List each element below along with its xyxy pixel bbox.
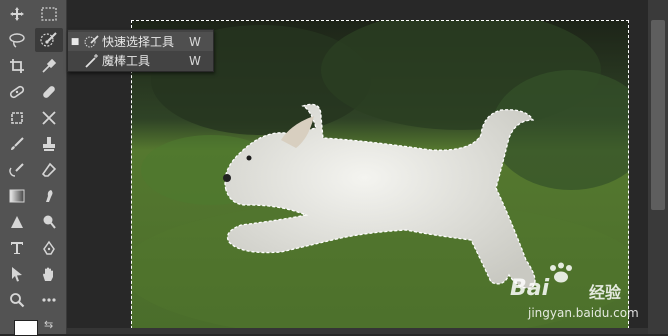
smudge-icon[interactable] xyxy=(35,184,63,208)
baidu-jingyan-watermark: Bai 经验 jingyan.baidu.com xyxy=(510,262,639,322)
content-aware-move-icon[interactable] xyxy=(35,106,63,130)
sharpen-icon[interactable] xyxy=(3,210,31,234)
flyout-item-shortcut: W xyxy=(189,34,201,49)
type-icon[interactable] xyxy=(3,236,31,260)
paw-icon xyxy=(550,262,572,283)
watermark-brand: Bai xyxy=(510,276,550,301)
patch-icon[interactable] xyxy=(3,106,31,130)
more-tools-icon[interactable] xyxy=(35,288,63,312)
magic-wand-icon xyxy=(82,53,102,68)
flyout-item-label: 快速选择工具 xyxy=(102,35,175,49)
brush-icon[interactable] xyxy=(3,132,31,156)
vertical-scrollbar[interactable] xyxy=(648,0,668,334)
flyout-item-shortcut: W xyxy=(189,53,201,68)
spot-healing-brush-icon[interactable] xyxy=(3,80,31,104)
scrollbar-thumb[interactable] xyxy=(651,20,665,210)
eraser-icon[interactable] xyxy=(35,158,63,182)
move-icon[interactable] xyxy=(3,2,31,26)
crop-icon[interactable] xyxy=(3,54,31,78)
swap-colors-icon[interactable]: ⇆ xyxy=(44,318,53,331)
eyedropper-icon[interactable] xyxy=(35,54,63,78)
rectangular-marquee-icon[interactable] xyxy=(35,2,63,26)
zoom-icon[interactable] xyxy=(3,288,31,312)
quick-selection-icon[interactable] xyxy=(35,28,63,52)
tool-flyout-menu: ■ 快速选择工具 W 魔棒工具 W xyxy=(67,29,214,72)
clone-stamp-icon[interactable] xyxy=(35,132,63,156)
flyout-item-magic-wand[interactable]: 魔棒工具 W xyxy=(68,51,213,70)
dodge-icon[interactable] xyxy=(35,210,63,234)
flyout-item-label: 魔棒工具 xyxy=(102,54,151,68)
flyout-item-quick-selection[interactable]: ■ 快速选择工具 W xyxy=(68,32,213,51)
tools-panel: ⇆ xyxy=(0,0,67,336)
history-brush-icon[interactable] xyxy=(3,158,31,182)
watermark-brand-cn: 经验 xyxy=(589,283,622,302)
gradient-icon[interactable] xyxy=(3,184,31,208)
status-bar xyxy=(67,328,648,334)
watermark-url: jingyan.baidu.com xyxy=(528,306,639,320)
lasso-icon[interactable] xyxy=(3,28,31,52)
selected-indicator: ■ xyxy=(70,36,80,47)
path-selection-icon[interactable] xyxy=(3,262,31,286)
healing-brush-icon[interactable] xyxy=(35,80,63,104)
quick-selection-icon xyxy=(82,34,102,49)
pen-icon[interactable] xyxy=(35,236,63,260)
hand-icon[interactable] xyxy=(35,262,63,286)
